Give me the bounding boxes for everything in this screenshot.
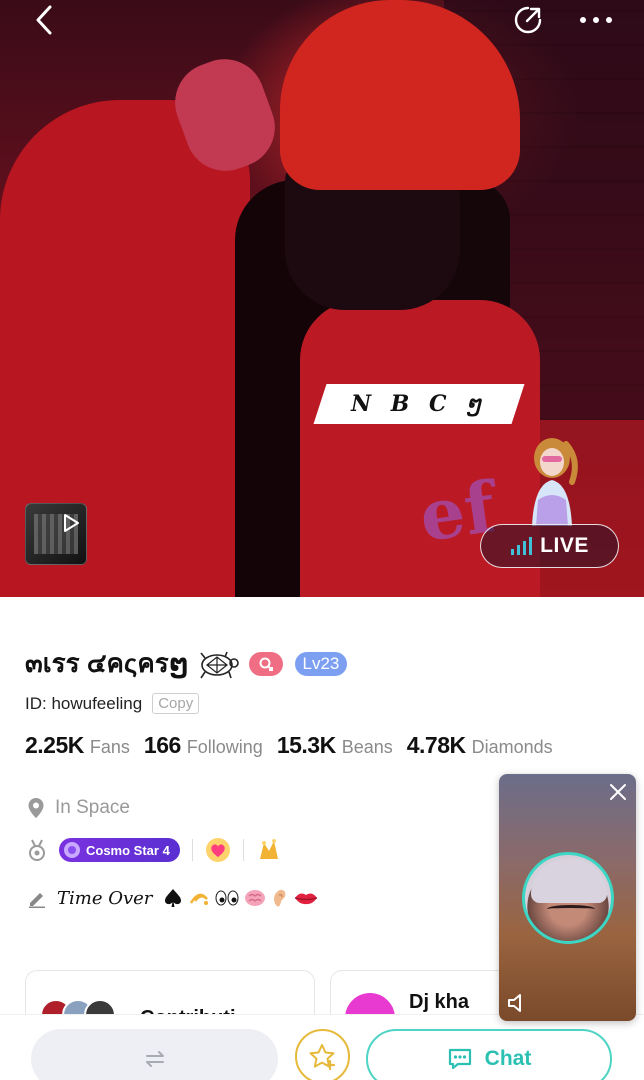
heart-badge-icon[interactable]	[205, 837, 231, 863]
turtle-icon	[199, 651, 239, 678]
speaker-icon[interactable]	[505, 991, 529, 1015]
cosmo-star-label: Cosmo Star 4	[86, 842, 170, 858]
user-id-row: ID: howufeeling Copy	[25, 693, 200, 714]
stats-row: 2.25K Fans 166 Following 15.3K Beans 4.7…	[25, 732, 561, 759]
cosmo-star-badge[interactable]: Cosmo Star 4	[59, 838, 180, 862]
medal-icon	[29, 839, 45, 861]
chat-button[interactable]: Chat	[366, 1029, 612, 1080]
more-dots-icon[interactable]	[574, 2, 618, 38]
streamer-avatar[interactable]	[522, 852, 614, 944]
avatar-hijab	[531, 859, 607, 903]
location-text: In Space	[55, 797, 130, 818]
beans-label: Beans	[341, 737, 393, 757]
dizzy-icon	[190, 893, 209, 905]
swap-arrows-icon	[145, 1051, 164, 1067]
dj-name: Dj kha	[409, 991, 470, 1013]
overlay-name-tag: N B C ໆ	[313, 384, 525, 424]
follow-favorite-button[interactable]	[295, 1029, 350, 1080]
signal-bars-icon	[511, 537, 533, 555]
live-button[interactable]: LIVE	[480, 524, 619, 568]
ear-icon	[274, 889, 286, 907]
switch-button[interactable]	[31, 1029, 278, 1080]
share-arrow-icon[interactable]	[508, 2, 548, 38]
profile-cover-photo[interactable]: ef N B C ໆ LIVE	[0, 0, 644, 597]
following-label[interactable]: Following	[187, 737, 263, 758]
fans-label[interactable]: Fans	[90, 737, 130, 758]
bio-row: Time Over	[27, 887, 319, 909]
brain-icon	[245, 890, 266, 906]
female-icon	[248, 651, 283, 676]
level-badge: Lv23	[294, 651, 348, 676]
live-label: LIVE	[540, 534, 589, 557]
beans-count: 15.3K	[276, 732, 336, 758]
user-id: ID: howufeeling	[25, 693, 143, 713]
eyes-icon	[215, 890, 239, 906]
map-pin-icon	[28, 798, 44, 818]
name-row: ๓เรร ๔คςครໆ Lv23	[25, 643, 348, 684]
badge-row: Cosmo Star 4	[27, 837, 282, 863]
close-icon[interactable]	[606, 780, 630, 804]
planet-icon	[64, 842, 80, 858]
fan-club-badge-icon[interactable]	[256, 837, 282, 863]
location-row: In Space	[27, 797, 130, 819]
bottom-action-bar: Chat	[0, 1014, 644, 1080]
star-plus-icon	[309, 1043, 335, 1070]
live-avatar-figure	[514, 430, 590, 526]
diamonds-count: 4.78K	[406, 732, 466, 758]
intro-video-thumbnail[interactable]	[25, 503, 87, 565]
chat-label: Chat	[484, 1047, 532, 1070]
spade-icon	[165, 889, 182, 907]
play-icon	[60, 512, 82, 534]
copy-id-button[interactable]: Copy	[152, 693, 200, 714]
chat-bubble-icon	[448, 1048, 471, 1070]
floating-live-player[interactable]	[499, 774, 636, 1021]
back-icon[interactable]	[24, 2, 64, 38]
following-count[interactable]: 166	[144, 732, 181, 759]
bio-text: Time Over	[57, 887, 153, 909]
lips-icon	[295, 893, 318, 905]
avatar-eyes	[547, 905, 595, 913]
profile-name: ๓เรร ๔คςครໆ	[25, 648, 189, 678]
fans-count[interactable]: 2.25K	[25, 732, 84, 759]
overlay-name-tag-text: N B C ໆ	[350, 391, 487, 417]
pencil-icon	[29, 893, 45, 908]
badge-divider	[191, 839, 193, 861]
diamonds-label: Diamonds	[471, 737, 553, 757]
bio-emoji-strip	[162, 887, 319, 909]
badge-divider-2	[242, 839, 244, 861]
